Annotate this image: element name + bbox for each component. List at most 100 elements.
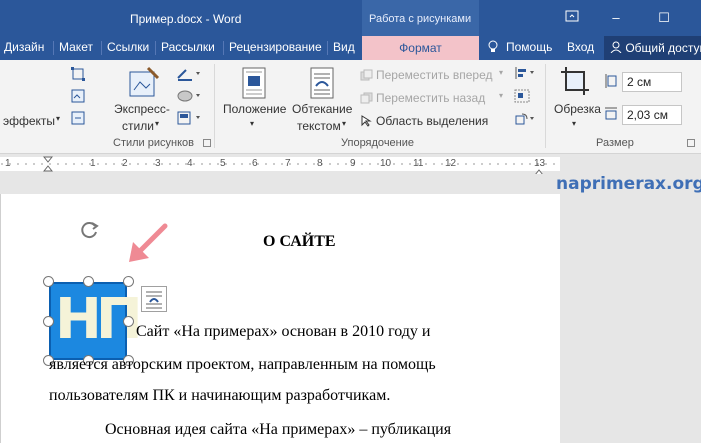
rotate-icon[interactable] bbox=[514, 112, 536, 129]
wrap-text-label-2[interactable]: текстом bbox=[297, 119, 341, 133]
chevron-down-icon[interactable]: ▾ bbox=[572, 119, 576, 128]
tab-divider bbox=[155, 41, 156, 55]
chevron-down-icon[interactable]: ▾ bbox=[250, 119, 254, 128]
tab-help[interactable]: Помощь bbox=[506, 40, 552, 54]
ruler-number: 8 bbox=[317, 158, 323, 169]
site-watermark: naprimerax.org bbox=[556, 174, 701, 194]
chevron-down-icon[interactable]: ▾ bbox=[342, 119, 346, 128]
width-input[interactable]: 2,03 см bbox=[622, 105, 682, 125]
horizontal-ruler[interactable]: 1 1 2 3 4 5 6 7 8 9 10 11 12 13 bbox=[0, 157, 560, 171]
ruler-number: 3 bbox=[155, 158, 161, 169]
document-title: Пример.docx - Word bbox=[130, 12, 242, 26]
picture-styles-launcher-icon[interactable] bbox=[203, 139, 211, 147]
resize-handle[interactable] bbox=[123, 316, 134, 327]
tab-design[interactable]: Дизайн bbox=[4, 40, 44, 54]
ruler-number: 12 bbox=[445, 158, 457, 169]
resize-handle[interactable] bbox=[123, 276, 134, 287]
chevron-down-icon: ▾ bbox=[499, 68, 504, 77]
chevron-down-icon[interactable]: ▾ bbox=[56, 114, 60, 123]
resize-handle[interactable] bbox=[83, 276, 94, 287]
ruler-number: 9 bbox=[350, 158, 356, 169]
document-canvas: naprimerax.org О САЙТЕ НП Сайт «На приме… bbox=[0, 174, 701, 443]
picture-reset-icon[interactable] bbox=[70, 110, 86, 129]
group-objects-icon[interactable] bbox=[514, 89, 530, 106]
express-styles-label[interactable]: Экспресс- bbox=[114, 102, 170, 116]
ribbon: эффекты ▾ Экспресс- стили ▾ Стили рисунк… bbox=[0, 60, 701, 154]
paragraph-line: пользователям ПК и начинающим разработчи… bbox=[49, 387, 391, 404]
group-divider bbox=[214, 64, 215, 148]
share-label: Общий доступ bbox=[625, 41, 701, 55]
wrap-text-icon[interactable] bbox=[308, 66, 336, 103]
ruler-ticks bbox=[1, 163, 555, 165]
send-backward-label: Переместить назад bbox=[376, 91, 486, 105]
person-icon bbox=[610, 41, 622, 54]
chevron-down-icon: ▾ bbox=[499, 91, 504, 100]
bring-forward-label: Переместить вперед bbox=[376, 68, 493, 82]
tab-view[interactable]: Вид bbox=[333, 40, 355, 54]
tab-divider bbox=[53, 41, 54, 55]
layout-options-icon bbox=[146, 291, 162, 309]
tab-review[interactable]: Рецензирование bbox=[229, 40, 322, 54]
ruler-number: 4 bbox=[187, 158, 193, 169]
ruler-number: 1 bbox=[90, 158, 96, 169]
bring-forward-icon bbox=[360, 69, 374, 84]
picture-layout-icon[interactable] bbox=[176, 110, 202, 129]
ruler-number: 1 bbox=[5, 158, 11, 169]
resize-handle[interactable] bbox=[43, 276, 54, 287]
rotate-handle-icon[interactable] bbox=[79, 220, 101, 243]
position-icon[interactable] bbox=[240, 66, 268, 103]
selection-pane-icon[interactable] bbox=[360, 115, 374, 130]
align-icon[interactable] bbox=[514, 66, 536, 83]
height-icon bbox=[604, 73, 618, 92]
size-launcher-icon[interactable] bbox=[687, 139, 695, 147]
site-logo-image[interactable]: НП bbox=[49, 282, 143, 360]
share-button[interactable]: Общий доступ bbox=[604, 36, 701, 60]
paragraph-line: является авторским проектом, направленны… bbox=[49, 356, 436, 373]
tab-mailings[interactable]: Рассылки bbox=[161, 40, 215, 54]
resize-handle[interactable] bbox=[43, 316, 54, 327]
picture-tools-label: Работа с рисунками bbox=[369, 13, 472, 25]
ruler-number: 5 bbox=[220, 158, 226, 169]
ruler-number: 11 bbox=[413, 158, 424, 169]
tab-format[interactable]: Формат bbox=[362, 36, 479, 60]
tab-divider bbox=[327, 41, 328, 55]
height-input[interactable]: 2 см bbox=[622, 72, 682, 92]
position-label[interactable]: Положение bbox=[223, 102, 286, 116]
picture-border-small-icon[interactable] bbox=[70, 66, 86, 85]
express-styles-icon[interactable] bbox=[128, 66, 160, 103]
send-backward-icon bbox=[360, 92, 374, 107]
document-page[interactable]: О САЙТЕ НП Сайт «На примерах» основан в … bbox=[0, 194, 560, 443]
layout-options-button[interactable] bbox=[141, 286, 167, 312]
group-size-label: Размер bbox=[596, 137, 634, 149]
crop-label[interactable]: Обрезка bbox=[554, 102, 601, 116]
document-heading: О САЙТЕ bbox=[263, 233, 336, 250]
ruler-area: 1 1 2 3 4 5 6 7 8 9 10 11 12 13 bbox=[0, 154, 701, 176]
help-lightbulb-icon[interactable] bbox=[488, 40, 498, 57]
pointer-arrow-icon bbox=[125, 222, 169, 269]
first-line-indent-marker[interactable] bbox=[42, 156, 54, 175]
picture-effects-label[interactable]: эффекты bbox=[3, 114, 55, 128]
minimize-button[interactable]: – bbox=[606, 8, 626, 28]
group-arrange-label: Упорядочение bbox=[341, 137, 414, 149]
maximize-button[interactable]: ☐ bbox=[654, 8, 674, 28]
group-picture-styles-label: Стили рисунков bbox=[113, 137, 194, 149]
tab-divider bbox=[101, 41, 102, 55]
picture-effects-icon[interactable] bbox=[176, 88, 202, 107]
selection-pane-label[interactable]: Область выделения bbox=[376, 114, 488, 128]
picture-border-icon[interactable] bbox=[176, 66, 202, 85]
crop-icon[interactable] bbox=[560, 66, 590, 99]
ruler-number: 6 bbox=[252, 158, 258, 169]
tab-layout[interactable]: Макет bbox=[59, 40, 93, 54]
tab-references[interactable]: Ссылки bbox=[107, 40, 149, 54]
group-divider bbox=[545, 64, 546, 148]
wrap-text-label[interactable]: Обтекание bbox=[292, 102, 352, 116]
sign-in-link[interactable]: Вход bbox=[567, 40, 594, 54]
express-styles-label-2[interactable]: стили bbox=[122, 119, 154, 133]
paragraph-line: Сайт «На примерах» основан в 2010 году и bbox=[136, 323, 431, 340]
ruler-number: 2 bbox=[122, 158, 128, 169]
width-icon bbox=[604, 106, 618, 125]
ribbon-display-options-button[interactable] bbox=[562, 8, 582, 28]
ribbon-tabs: Дизайн Макет Ссылки Рассылки Рецензирова… bbox=[0, 36, 701, 60]
chevron-down-icon[interactable]: ▾ bbox=[155, 119, 159, 128]
picture-change-icon[interactable] bbox=[70, 88, 86, 107]
